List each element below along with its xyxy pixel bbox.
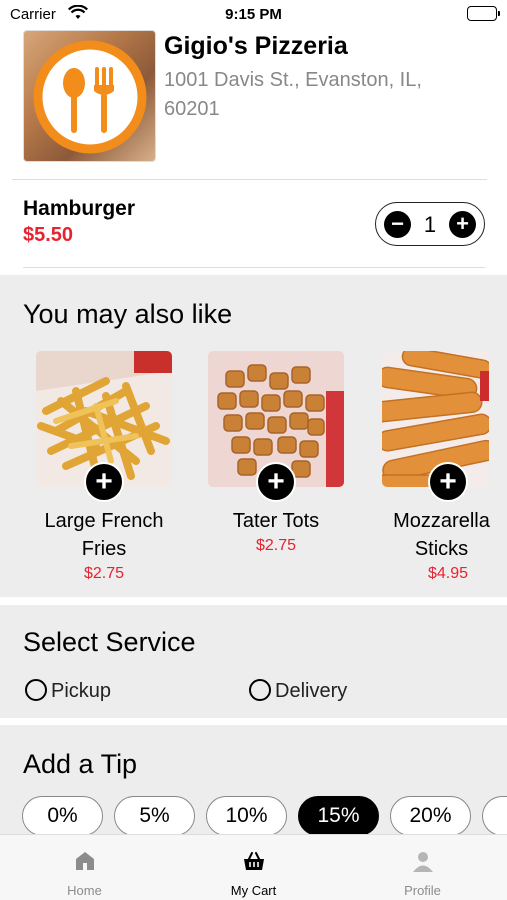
cart-item-name: Hamburger: [23, 197, 136, 220]
divider: [23, 267, 485, 268]
pickup-label: Pickup: [51, 680, 112, 702]
suggestion-price: $4.95: [427, 565, 469, 582]
tip-option-0[interactable]: 0%: [22, 796, 103, 836]
suggestions-section: You may also like + Large French Fries $…: [0, 275, 507, 597]
radio-icon[interactable]: [25, 679, 47, 701]
pickup-option[interactable]: Pickup: [25, 679, 111, 703]
tab-my-cart[interactable]: My Cart: [169, 835, 338, 900]
suggestion-name: Tater Tots: [232, 510, 320, 532]
divider: [12, 179, 487, 180]
basket-icon: [243, 852, 264, 870]
clock: 9:15 PM: [225, 6, 282, 23]
radio-icon[interactable]: [249, 679, 271, 701]
quantity-stepper[interactable]: − 1 +: [375, 202, 485, 246]
add-item-button[interactable]: +: [428, 462, 468, 502]
suggestion-price: $2.75: [255, 537, 297, 554]
battery-icon: [467, 6, 500, 21]
suggestion-name: Large French Fries: [44, 510, 164, 560]
suggestion-card[interactable]: + Large French Fries $2.75: [34, 351, 174, 583]
cart-item: Hamburger $5.50 − 1 +: [23, 197, 485, 257]
tab-my-cart-label: My Cart: [230, 883, 277, 898]
tip-option-15[interactable]: 15%: [298, 796, 379, 836]
restaurant-header: Gigio's Pizzeria 1001 Davis St., Evansto…: [23, 30, 484, 180]
tip-option-more[interactable]: [482, 796, 507, 836]
tab-bar: Home My Cart Profile: [0, 834, 507, 900]
fork-spoon-logo-icon: [33, 40, 147, 154]
tab-home-label: Home: [67, 883, 102, 898]
increase-quantity-button[interactable]: +: [449, 211, 476, 238]
service-title: Select Service: [23, 627, 196, 657]
delivery-option[interactable]: Delivery: [249, 679, 347, 703]
tab-profile[interactable]: Profile: [338, 835, 507, 900]
suggestions-title: You may also like: [23, 299, 233, 329]
delivery-label: Delivery: [275, 680, 348, 702]
tip-title: Add a Tip: [23, 749, 138, 779]
add-item-button[interactable]: +: [256, 462, 296, 502]
suggestion-name: Mozzarella Sticks: [393, 510, 490, 560]
tab-home[interactable]: Home: [0, 835, 169, 900]
suggestion-card[interactable]: + Mozzarella Sticks $4.95: [378, 351, 507, 583]
home-icon: [75, 852, 94, 870]
restaurant-address: 1001 Davis St., Evanston, IL, 60201: [164, 69, 422, 120]
cart-item-price: $5.50: [23, 224, 74, 246]
restaurant-logo: [23, 30, 156, 162]
status-bar: Carrier 9:15 PM: [0, 0, 507, 30]
add-item-button[interactable]: +: [84, 462, 124, 502]
tab-profile-label: Profile: [404, 883, 441, 898]
tip-option-5[interactable]: 5%: [114, 796, 195, 836]
service-section: Select Service Pickup Delivery: [0, 605, 507, 718]
tip-option-10[interactable]: 10%: [206, 796, 287, 836]
suggestion-card[interactable]: + Tater Tots $2.75: [206, 351, 346, 555]
restaurant-name: Gigio's Pizzeria: [164, 32, 348, 60]
person-icon: [412, 852, 433, 872]
suggestion-price: $2.75: [83, 565, 125, 582]
tip-option-20[interactable]: 20%: [390, 796, 471, 836]
tip-section: Add a Tip 0% 5% 10% 15% 20%: [0, 725, 507, 836]
